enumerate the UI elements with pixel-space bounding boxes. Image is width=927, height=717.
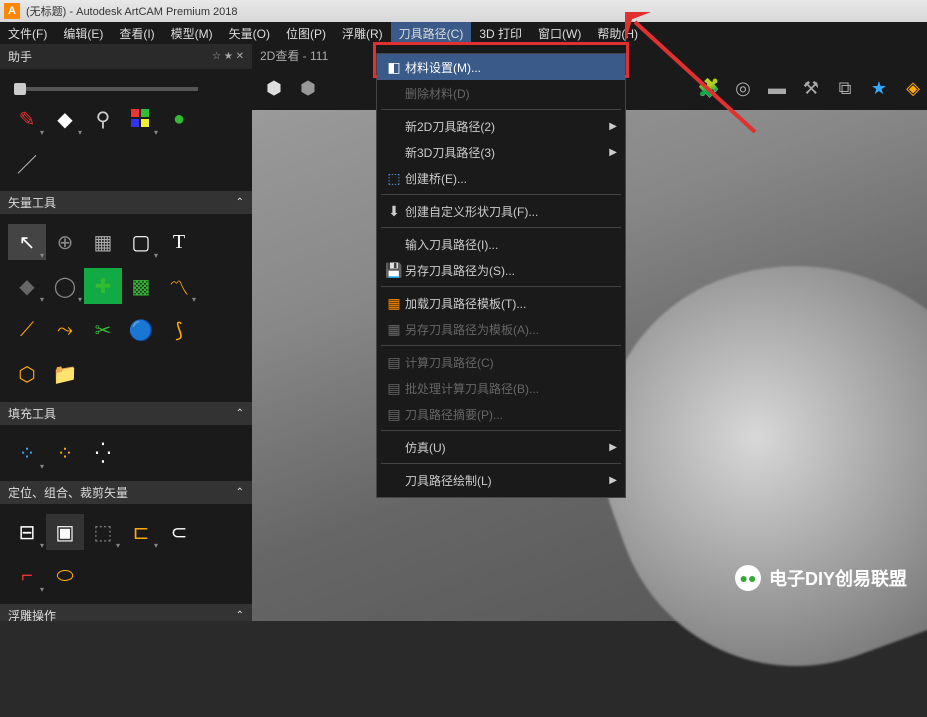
star-folder-icon[interactable]: 📁 [46,356,84,392]
align-icon[interactable]: ⊟▾ [8,514,46,550]
layers-icon[interactable]: ⧉ [831,74,859,102]
tab-2dview[interactable]: 2D查看 - 111 [260,47,328,64]
menu-window[interactable]: 窗口(W) [530,22,589,44]
star-icon[interactable]: ★ [865,74,893,102]
watermark: ●● 电子DIY创易联盟 [735,565,907,591]
panel-header: 助手 ☆ ★ ✕ [0,44,252,69]
menu-item[interactable]: ⬇创建自定义形状刀具(F)... [377,198,625,224]
stack-icon[interactable]: ◈ [899,74,927,102]
scissors-icon[interactable]: ✂ [84,312,122,348]
diamond2-icon[interactable]: ◆▾ [8,268,46,304]
menu-item[interactable]: 刀具路径绘制(L)▶ [377,467,625,493]
menu-file[interactable]: 文件(F) [0,22,55,44]
menu-toolpath[interactable]: 刀具路径(C) [391,22,472,44]
corner-icon[interactable]: ⌐▾ [8,558,46,594]
eyedropper-icon[interactable]: ⚲ [84,101,122,137]
paren-icon[interactable]: ⊂ [160,514,198,550]
wechat-icon: ●● [735,565,761,591]
menu-edit[interactable]: 编辑(E) [55,22,111,44]
section-relief[interactable]: 浮雕操作⌃ [0,604,252,621]
menu-item: ▤刀具路径摘要(P)... [377,401,625,427]
section-fill[interactable]: 填充工具⌃ [0,402,252,425]
arrow-icon[interactable]: ↖▾ [8,224,46,260]
puzzle-icon[interactable]: 🧩 [695,74,723,102]
menubar: 文件(F) 编辑(E) 查看(I) 模型(M) 矢量(O) 位图(P) 浮雕(R… [0,22,927,44]
section-position[interactable]: 定位、组合、裁剪矢量⌃ [0,481,252,504]
curve2-icon[interactable]: ⤳ [46,312,84,348]
sphere-icon[interactable]: ● [160,101,198,137]
dots3-icon[interactable]: ⁛ [84,435,122,471]
menu-3dprint[interactable]: 3D 打印 [471,22,530,44]
drop-icon[interactable]: 🔵 [122,312,160,348]
menu-item[interactable]: 仿真(U)▶ [377,434,625,460]
menu-item[interactable]: 新2D刀具路径(2)▶ [377,113,625,139]
menu-model[interactable]: 模型(M) [163,22,221,44]
cube2-icon[interactable]: ⬢ [294,74,322,102]
menu-item: ▤批处理计算刀具路径(B)... [377,375,625,401]
window-title: (无标题) - Autodesk ArtCAM Premium 2018 [26,3,238,19]
wave-icon[interactable]: 〽▾ [160,268,198,304]
tool-icon[interactable]: ⚒ [797,74,825,102]
toolpath-dropdown: ◧材料设置(M)...删除材料(D) 新2D刀具路径(2)▶新3D刀具路径(3)▶… [376,53,626,498]
select-icon[interactable]: ⬚▾ [84,514,122,550]
menu-item[interactable]: 💾另存刀具路径为(S)... [377,257,625,283]
dots2-icon[interactable]: ⁘ [46,435,84,471]
brush-icon[interactable]: ／ [8,145,46,181]
zoom-slider[interactable] [18,87,198,91]
bracket-icon[interactable]: ⊏▾ [122,514,160,550]
menu-item[interactable]: ▦加载刀具路径模板(T)... [377,290,625,316]
maze-icon[interactable]: ▣ [46,514,84,550]
sidebar: 助手 ☆ ★ ✕ ✎▾ ◆▾ ⚲ ▾ ● ／ 矢量工具⌃ ↖▾ ⊕ ▦ [0,44,252,621]
menu-item[interactable]: 新3D刀具路径(3)▶ [377,139,625,165]
menu-relief[interactable]: 浮雕(R) [334,22,391,44]
diamond-icon[interactable]: ◆▾ [46,101,84,137]
colors-icon[interactable]: ▾ [122,101,160,137]
plus-icon[interactable]: ✚ [84,268,122,304]
menu-item: ▤计算刀具路径(C) [377,349,625,375]
circle-icon[interactable]: ◯▾ [46,268,84,304]
arc-icon[interactable]: ⟆ [160,312,198,348]
menu-item: ▦另存刀具路径为模板(A)... [377,316,625,342]
panel-controls[interactable]: ☆ ★ ✕ [212,51,244,62]
menu-view[interactable]: 查看(I) [111,22,162,44]
menu-help[interactable]: 帮助(H) [589,22,646,44]
menu-item[interactable]: 输入刀具路径(I)... [377,231,625,257]
ellipse-icon[interactable]: ⬭ [46,558,84,594]
menu-item: 删除材料(D) [377,80,625,106]
titlebar: A (无标题) - Autodesk ArtCAM Premium 2018 [0,0,927,22]
dots1-icon[interactable]: ⁘▾ [8,435,46,471]
section-vector[interactable]: 矢量工具⌃ [0,191,252,214]
pattern-icon[interactable]: ▩ [122,268,160,304]
panel-title: 助手 [8,48,32,65]
menu-item[interactable]: ⬚创建桥(E)... [377,165,625,191]
text-icon[interactable]: T [160,224,198,260]
menu-item[interactable]: ◧材料设置(M)... [377,54,625,80]
menu-vector[interactable]: 矢量(O) [221,22,278,44]
pencil-icon[interactable]: ✎▾ [8,101,46,137]
curve1-icon[interactable]: ⟋ [8,312,46,348]
shape1-icon[interactable]: ⬡ [8,356,46,392]
rect-icon[interactable]: ▢▾ [122,224,160,260]
cube1-icon[interactable]: ⬢ [260,74,288,102]
box-icon[interactable]: ▬ [763,74,791,102]
target-icon[interactable]: ⊕ [46,224,84,260]
grid-icon[interactable]: ▦ [84,224,122,260]
cyl-icon[interactable]: ◎ [729,74,757,102]
menu-bitmap[interactable]: 位图(P) [278,22,334,44]
app-logo: A [4,3,20,19]
